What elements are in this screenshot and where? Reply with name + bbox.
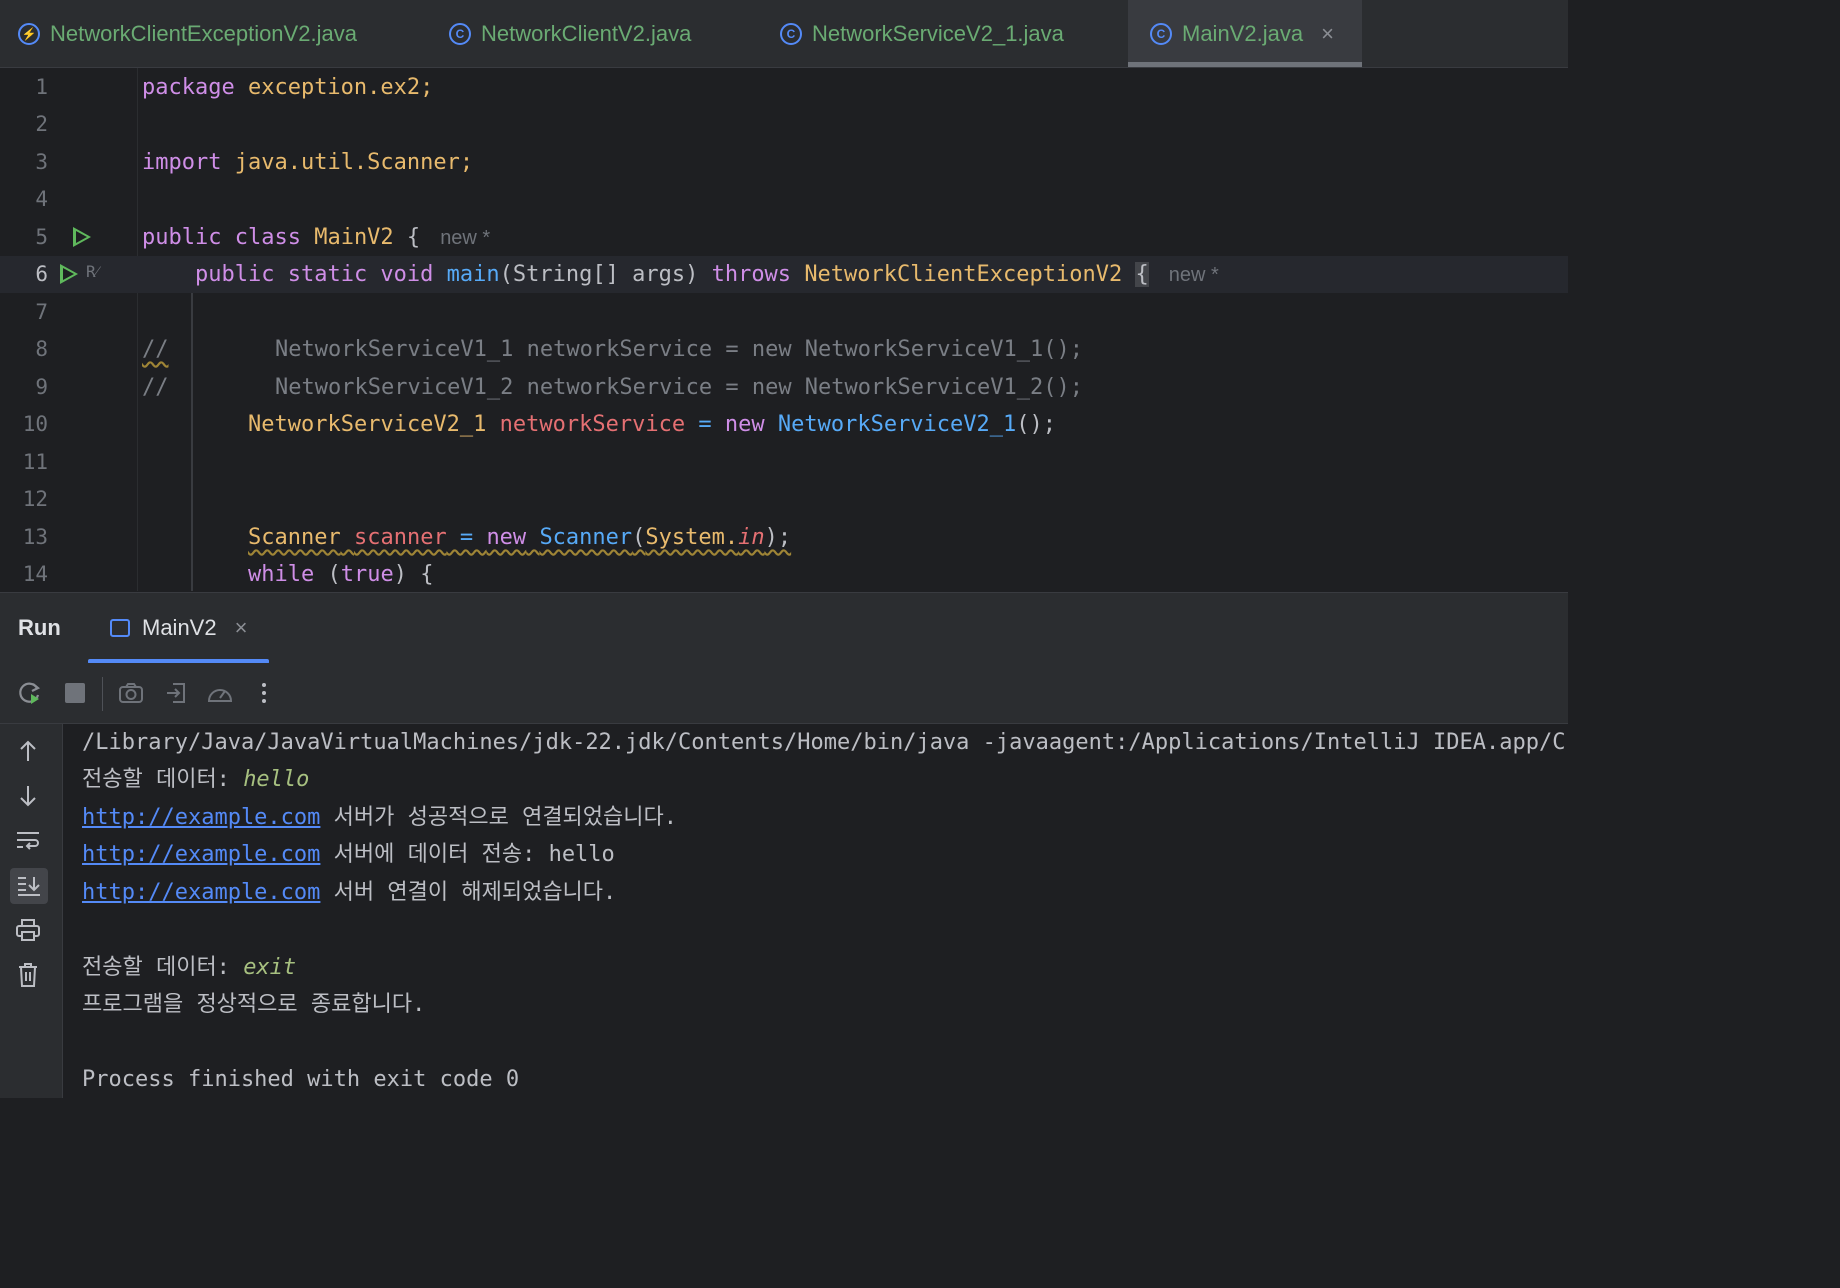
console-line: http://example.com 서버 연결이 해제되었습니다. [82,880,617,905]
class-icon: C [449,22,471,45]
code-editor[interactable]: 1 package exception.ex2; 2 3 import java… [0,68,1568,591]
run-toolbar [0,663,1568,724]
arrow-down-icon[interactable] [13,781,43,811]
stop-icon[interactable] [60,678,90,708]
soft-wrap-icon[interactable] [13,826,43,856]
console-output[interactable]: /Library/Java/JavaVirtualMachines/jdk-22… [63,724,1568,1098]
rerun-icon[interactable] [15,678,45,708]
user-input: exit [243,955,297,980]
active-tab-indicator [1128,62,1362,67]
class-icon: C [780,22,802,45]
line-number: 5 [35,225,48,249]
console-line: http://example.com 서버에 데이터 전송: hello [82,842,615,867]
exception-class-icon: ⚡ [18,22,40,45]
line-number: 13 [22,525,48,549]
code-line-14: while (true) { [248,562,434,587]
runnable-class-icon: C [1150,22,1172,45]
line-number: 1 [35,75,48,99]
arrow-up-icon[interactable] [13,736,43,766]
console-line: 전송할 데이터: exit [82,955,297,980]
trash-icon[interactable] [13,960,43,990]
line-number: 9 [35,375,48,399]
line-number: 12 [22,487,48,511]
tab-label: MainV2.java [1182,20,1304,46]
more-icon[interactable] [249,678,279,708]
console-line: http://example.com 서버가 성공적으로 연결되었습니다. [82,805,678,830]
run-tab-mainv2[interactable]: MainV2 × [88,593,269,664]
comment-marker: // [142,375,169,400]
line-number: 11 [22,450,48,474]
url-link[interactable]: http://example.com [82,880,320,905]
comment-marker: // [142,337,169,362]
commented-code-line-8: NetworkServiceV1_1 networkService = new … [275,337,1083,362]
run-gutter-icon[interactable] [60,264,78,284]
console-line: 프로그램을 정상적으로 종료합니다. [82,992,426,1017]
tab-label: NetworkClientExceptionV2.java [50,20,357,46]
exit-icon[interactable] [161,678,191,708]
console-command-line: /Library/Java/JavaVirtualMachines/jdk-22… [82,730,1566,755]
run-tool-window-header: Run MainV2 × [0,592,1568,664]
line-number: 8 [35,337,48,361]
edit-run-config-icon[interactable]: R⁄ [86,262,98,282]
gauge-icon[interactable] [205,678,235,708]
line-number: 10 [22,412,48,436]
close-icon[interactable]: × [1321,21,1334,47]
tab-label: NetworkServiceV2_1.java [812,20,1064,46]
tab-networkservicev2-1[interactable]: C NetworkServiceV2_1.java [780,0,1064,67]
scroll-to-end-icon[interactable] [10,868,48,904]
print-icon[interactable] [13,915,43,945]
tab-networkclientv2[interactable]: C NetworkClientV2.java [449,0,691,67]
console-line: 전송할 데이터: hello [82,767,310,792]
tab-label: NetworkClientV2.java [481,20,692,46]
code-line-6: public static void main(String[] args) t… [195,262,1219,287]
tab-mainv2[interactable]: C MainV2.java × [1128,0,1362,67]
toolbar-separator [102,677,103,711]
indent-guide [191,293,193,591]
commented-code-line-9: NetworkServiceV1_2 networkService = new … [275,375,1083,400]
code-line-1: package exception.ex2; [142,75,434,100]
run-gutter-icon[interactable] [73,227,91,247]
process-finished-line: Process finished with exit code 0 [82,1067,520,1092]
new-hint: new * [440,227,491,249]
url-link[interactable]: http://example.com [82,842,320,867]
line-number: 3 [35,150,48,174]
tab-networkclientexceptionv2[interactable]: ⚡ NetworkClientExceptionV2.java [18,0,357,67]
current-line: 6 R⁄ public static void main(String[] ar… [0,256,1568,293]
code-line-5: public class MainV2 {new * [142,225,491,250]
code-line-13: Scanner scanner = new Scanner(System.in)… [248,525,792,550]
line-number: 2 [35,112,48,136]
line-number: 4 [35,187,48,211]
user-input: hello [243,767,310,792]
line-number: 14 [22,562,48,586]
run-tab-label: MainV2 [142,615,217,640]
console-side-toolbar [0,724,63,1098]
line-number: 6 [35,262,48,286]
close-icon[interactable]: × [235,615,248,641]
line-number: 7 [35,300,48,324]
camera-icon[interactable] [116,678,146,708]
console-icon [110,619,130,637]
code-line-10: NetworkServiceV2_1 networkService = new … [248,412,1057,437]
new-hint: new * [1168,264,1219,286]
editor-tab-bar: ⚡ NetworkClientExceptionV2.java C Networ… [0,0,1568,68]
run-title: Run [18,615,61,640]
url-link[interactable]: http://example.com [82,805,320,830]
code-line-3: import java.util.Scanner; [142,150,474,175]
